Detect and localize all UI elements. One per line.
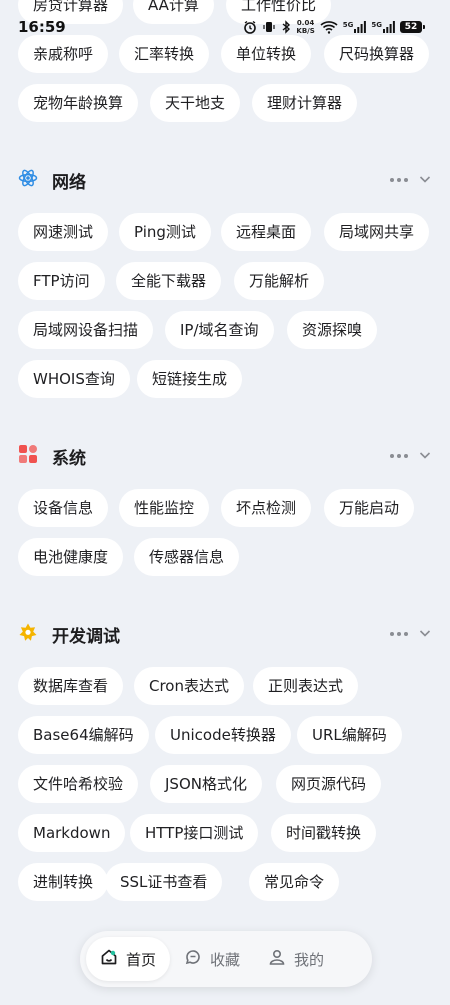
nav-favorites[interactable]: 收藏 [170, 937, 254, 981]
tool-chip[interactable]: 电池健康度 [18, 538, 124, 576]
system-grid-icon [18, 444, 38, 468]
tool-chip[interactable]: 文件哈希校验 [18, 765, 139, 803]
section-title: 网络 [52, 172, 86, 193]
signal2-label: 5G [371, 21, 382, 29]
chevron-down-icon[interactable] [418, 447, 432, 466]
tool-chip[interactable]: 性能监控 [119, 489, 210, 527]
net-speed-value: 0.04 [296, 19, 315, 27]
tool-chip[interactable]: FTP访问 [18, 262, 105, 300]
tool-chip[interactable]: JSON格式化 [150, 765, 262, 803]
tool-chip[interactable]: Base64编解码 [18, 716, 149, 754]
tool-chip[interactable]: 正则表达式 [253, 667, 359, 705]
dev-flower-icon [18, 622, 38, 646]
section-header-dev[interactable]: 开发调试 [18, 619, 432, 649]
tool-chip[interactable]: 宠物年龄换算 [18, 84, 139, 122]
more-icon[interactable] [390, 178, 408, 182]
more-icon[interactable] [390, 454, 408, 458]
tool-chip[interactable]: 天干地支 [150, 84, 241, 122]
net-speed-unit: KB/S [296, 27, 315, 35]
tool-chip[interactable]: SSL证书查看 [105, 863, 223, 901]
wifi-icon [320, 20, 338, 34]
tool-chip[interactable]: URL编解码 [297, 716, 402, 754]
nav-favorites-label: 收藏 [210, 950, 241, 969]
alarm-icon [243, 20, 257, 34]
signal-icon-2: 5G [371, 21, 395, 33]
tool-chip[interactable]: 远程桌面 [221, 213, 312, 251]
tool-chip[interactable]: 万能启动 [324, 489, 415, 527]
section-header-network[interactable]: 网络 [18, 165, 432, 195]
section-tools [390, 625, 432, 644]
bluetooth-icon [281, 20, 291, 34]
more-icon[interactable] [390, 632, 408, 636]
signal1-label: 5G [342, 21, 354, 29]
status-icons: 0.04 KB/S 5G 5G 52 [243, 19, 425, 35]
tool-chip[interactable]: 网速测试 [18, 213, 109, 251]
tool-chip[interactable]: Ping测试 [119, 213, 211, 251]
tool-chip[interactable]: 传感器信息 [134, 538, 240, 576]
tool-chip[interactable]: 坏点检测 [221, 489, 312, 527]
tool-chip[interactable]: 理财计算器 [252, 84, 358, 122]
app-screen: 16:59 0.04 KB/S 5G 5G 52 房贷计算器 AA计算 工作性价… [0, 0, 450, 1005]
nav-mine-label: 我的 [294, 950, 325, 969]
section-tools [390, 447, 432, 466]
chevron-down-icon[interactable] [418, 625, 432, 644]
tool-chip[interactable]: HTTP接口测试 [130, 814, 259, 852]
nav-home-label: 首页 [126, 950, 157, 969]
tool-chip[interactable]: 网页源代码 [276, 765, 382, 803]
net-speed: 0.04 KB/S [296, 19, 314, 35]
chevron-down-icon[interactable] [418, 171, 432, 190]
tool-chip[interactable]: 进制转换 [18, 863, 109, 901]
section-title: 系统 [52, 448, 86, 469]
tool-chip[interactable]: IP/域名查询 [165, 311, 274, 349]
bottom-nav: 首页 收藏 我的 [80, 931, 372, 987]
tool-chip[interactable]: Unicode转换器 [155, 716, 291, 754]
tool-chip[interactable]: 万能解析 [234, 262, 325, 300]
network-atom-icon [18, 168, 38, 192]
user-icon [268, 948, 286, 970]
tool-chip[interactable]: WHOIS查询 [18, 360, 130, 398]
tool-chip[interactable]: 资源探嗅 [287, 311, 378, 349]
status-bar: 16:59 0.04 KB/S 5G 5G 52 [0, 0, 450, 44]
status-time: 16:59 [18, 18, 66, 36]
vibrate-icon [262, 20, 276, 34]
tool-chip[interactable]: 设备信息 [18, 489, 109, 527]
section-header-system[interactable]: 系统 [18, 441, 432, 471]
tool-chip[interactable]: Markdown [18, 814, 126, 852]
tool-chip[interactable]: 局域网共享 [324, 213, 430, 251]
nav-home[interactable]: 首页 [86, 937, 171, 981]
section-tools [390, 171, 432, 190]
tool-chip[interactable]: 局域网设备扫描 [18, 311, 154, 349]
tool-chip[interactable]: 常见命令 [249, 863, 340, 901]
tool-chip[interactable]: 时间戳转换 [271, 814, 377, 852]
nav-mine[interactable]: 我的 [254, 937, 338, 981]
battery-icon: 52 [400, 21, 425, 33]
tool-chip[interactable]: Cron表达式 [134, 667, 244, 705]
favorites-icon [184, 948, 202, 970]
tool-chip[interactable]: 全能下载器 [116, 262, 222, 300]
home-icon [100, 948, 118, 970]
tool-chip[interactable]: 数据库查看 [18, 667, 124, 705]
tool-chip[interactable]: 短链接生成 [137, 360, 243, 398]
signal-icon-1: 5G [343, 21, 367, 33]
section-title: 开发调试 [52, 626, 120, 647]
